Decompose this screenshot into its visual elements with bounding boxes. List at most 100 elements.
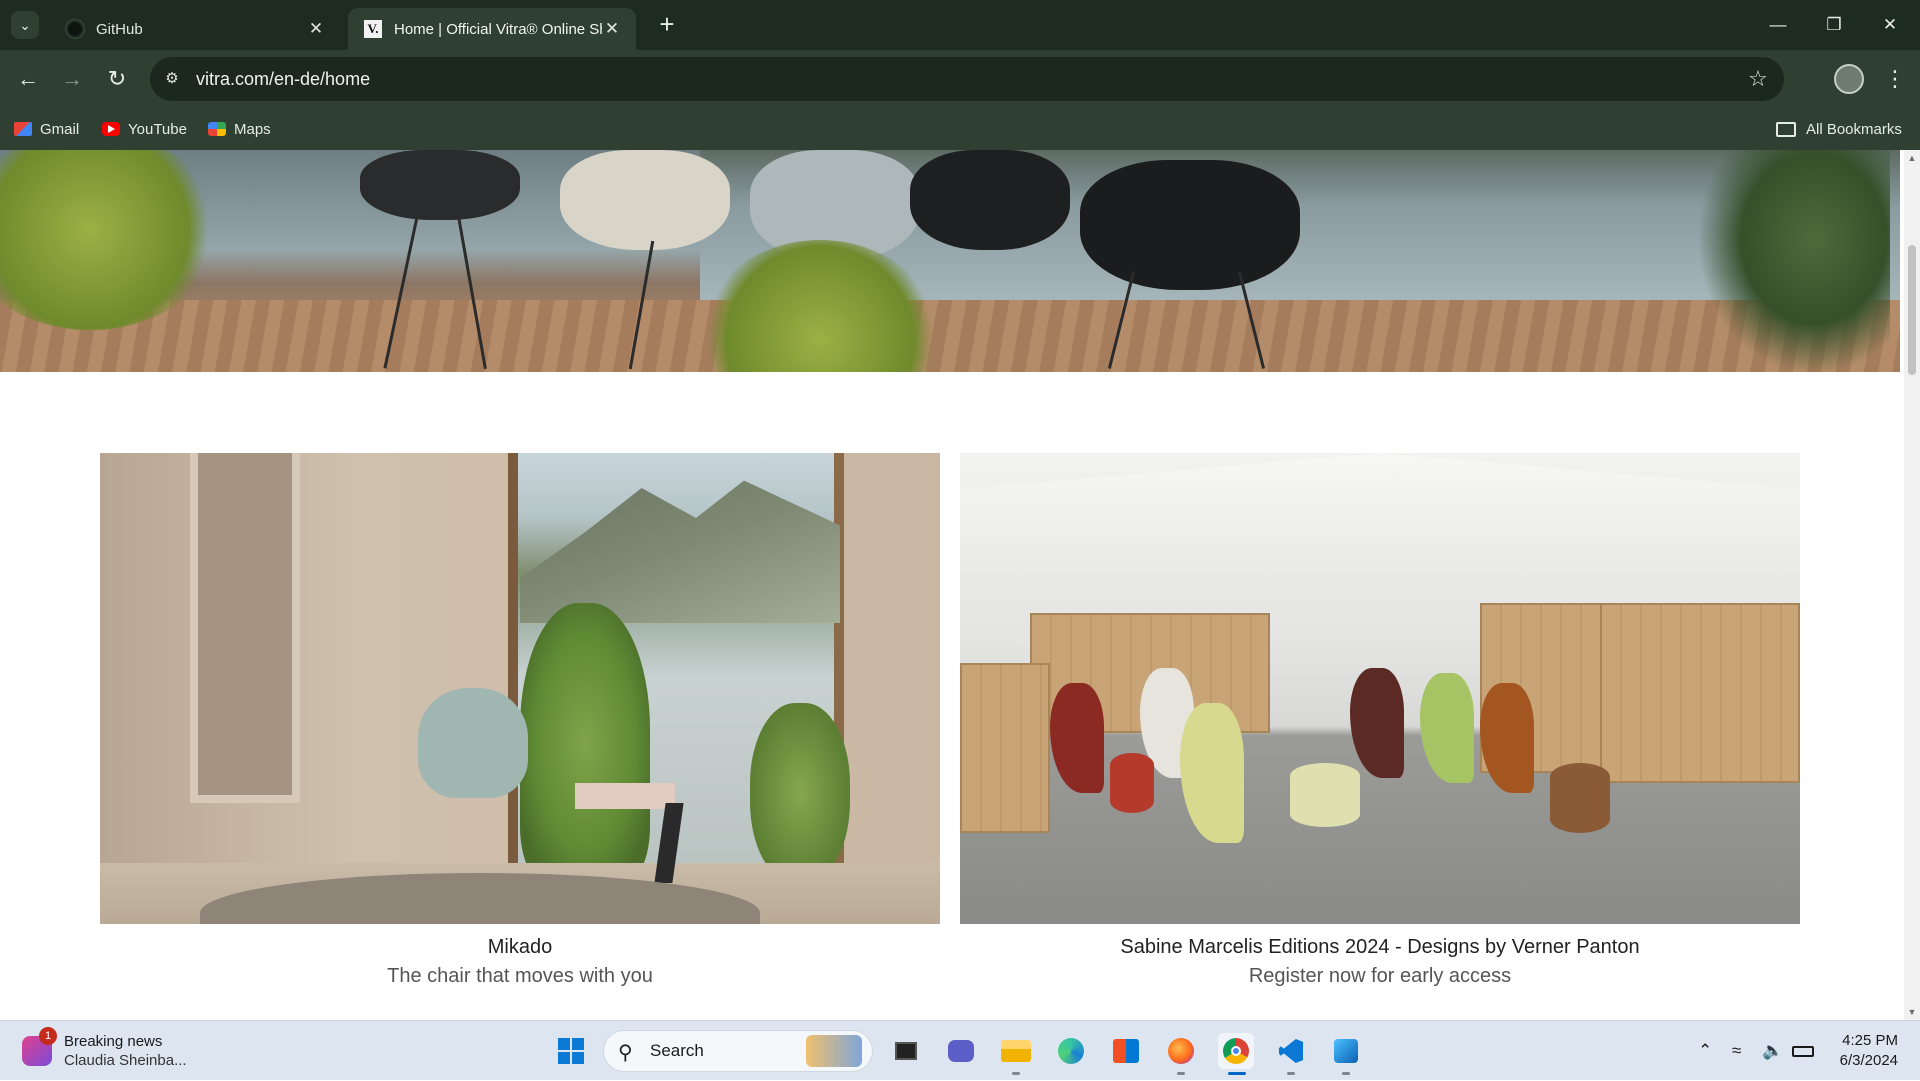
image-stool <box>1110 753 1154 813</box>
chevron-down-icon: ⌄ <box>19 16 31 33</box>
github-icon <box>66 20 84 38</box>
page-viewport: Mikado The chair that moves with you Sab… <box>0 150 1904 1020</box>
back-icon[interactable]: ← <box>12 63 44 95</box>
photos-icon[interactable] <box>1328 1033 1364 1069</box>
tab-vitra[interactable]: V. Home | Official Vitra® Online Shop ✕ <box>348 8 636 50</box>
mikado-image[interactable] <box>100 453 940 924</box>
tab-github[interactable]: GitHub ✕ <box>50 8 340 50</box>
maps-icon <box>208 122 226 136</box>
image-crate <box>960 663 1050 833</box>
running-indicator <box>1287 1072 1295 1075</box>
image-wall-niche <box>190 453 300 803</box>
running-indicator <box>1342 1072 1350 1075</box>
product-card-mikado[interactable]: Mikado The chair that moves with you <box>100 453 940 988</box>
teams-chat-icon[interactable] <box>943 1033 979 1069</box>
system-clock[interactable]: 4:25 PM 6/3/2024 <box>1820 1031 1898 1071</box>
battery-icon[interactable] <box>1792 1021 1814 1081</box>
all-bookmarks-button[interactable]: All Bookmarks <box>1776 108 1902 150</box>
chair-seat <box>560 150 730 250</box>
bookmark-gmail[interactable]: Gmail <box>14 108 79 150</box>
bookmark-label: YouTube <box>128 120 187 138</box>
show-hidden-icons[interactable]: ⌃ <box>1698 1021 1712 1081</box>
page-scrollbar[interactable]: ▲ ▼ <box>1904 150 1920 1020</box>
search-label: Search <box>650 1041 704 1060</box>
clock-time: 4:25 PM <box>1842 1032 1898 1049</box>
profile-avatar[interactable] <box>1834 64 1864 94</box>
palm-plant <box>1700 150 1890 372</box>
bookmark-youtube[interactable]: YouTube <box>102 108 187 150</box>
news-widget[interactable]: 1 Breaking news Claudia Sheinba... <box>22 1027 187 1073</box>
restore-icon[interactable]: ❐ <box>1806 0 1862 50</box>
card-title[interactable]: Sabine Marcelis Editions 2024 - Designs … <box>960 936 1800 959</box>
notification-badge: 1 <box>39 1027 57 1045</box>
tab-title: GitHub <box>96 20 143 38</box>
scrollbar-thumb[interactable] <box>1908 245 1916 375</box>
taskbar-search[interactable]: ⚲ Search <box>603 1030 873 1072</box>
sabine-marcelis-image[interactable] <box>960 453 1800 924</box>
search-icon: ⚲ <box>618 1042 633 1064</box>
bookmark-star-icon[interactable]: ☆ <box>1744 65 1772 93</box>
browser-toolbar: ← → ↻ ⚙ vitra.com/en-de/home ☆ ⋮ <box>0 50 1920 108</box>
chair-seat <box>1080 160 1300 290</box>
card-subtitle[interactable]: The chair that moves with you <box>100 965 940 988</box>
chair-seat <box>360 150 520 220</box>
folder-icon <box>1776 121 1796 137</box>
card-title[interactable]: Mikado <box>100 936 940 959</box>
close-tab-icon[interactable]: ✕ <box>602 19 622 39</box>
menu-kebab-icon[interactable]: ⋮ <box>1880 64 1910 94</box>
all-bookmarks-label: All Bookmarks <box>1806 120 1902 138</box>
news-title: Breaking news <box>64 1033 163 1050</box>
vscode-icon[interactable] <box>1273 1033 1309 1069</box>
bookmark-label: Gmail <box>40 120 80 138</box>
running-indicator-active <box>1228 1072 1246 1075</box>
image-stool <box>1290 763 1360 827</box>
image-mikado-chair <box>418 688 528 798</box>
news-subtitle: Claudia Sheinba... <box>64 1052 187 1069</box>
search-highlight-icon <box>806 1035 862 1067</box>
tab-title: Home | Official Vitra® Online Shop <box>394 20 602 38</box>
image-tree <box>520 603 650 883</box>
start-icon[interactable] <box>553 1033 589 1069</box>
image-side-table <box>575 783 675 809</box>
gmail-icon <box>14 122 32 136</box>
bookmark-maps[interactable]: Maps <box>208 108 271 150</box>
bookmark-label: Maps <box>234 120 271 138</box>
minimize-icon[interactable]: — <box>1750 0 1806 50</box>
task-view-icon[interactable] <box>888 1033 924 1069</box>
image-stool <box>1550 763 1610 833</box>
reload-icon[interactable]: ↻ <box>101 63 133 95</box>
windows-taskbar: 1 Breaking news Claudia Sheinba... ⚲ Sea… <box>0 1020 1920 1080</box>
running-indicator <box>1177 1072 1185 1075</box>
store-icon[interactable] <box>1108 1033 1144 1069</box>
card-subtitle[interactable]: Register now for early access <box>960 965 1800 988</box>
clock-date: 6/3/2024 <box>1839 1052 1898 1069</box>
bookmarks-bar: Gmail YouTube Maps All Bookmarks <box>0 108 1920 150</box>
news-icon: 1 <box>22 1027 57 1066</box>
forward-icon[interactable]: → <box>56 63 88 95</box>
volume-icon[interactable]: 🔈 <box>1762 1021 1783 1081</box>
image-crate <box>1600 603 1800 783</box>
chair-seat <box>910 150 1070 250</box>
scroll-up-icon[interactable]: ▲ <box>1904 150 1920 166</box>
edge-icon[interactable] <box>1053 1033 1089 1069</box>
firefox-icon[interactable] <box>1163 1033 1199 1069</box>
hero-image[interactable] <box>0 150 1900 372</box>
close-window-icon[interactable]: ✕ <box>1862 0 1918 50</box>
wifi-icon[interactable]: ≈ <box>1732 1021 1741 1081</box>
close-tab-icon[interactable]: ✕ <box>306 19 326 39</box>
vitra-icon: V. <box>364 20 382 38</box>
file-explorer-icon[interactable] <box>998 1033 1034 1069</box>
browser-titlebar: ⌄ GitHub ✕ V. Home | Official Vitra® Onl… <box>0 0 1920 50</box>
new-tab-button[interactable]: + <box>652 10 682 40</box>
product-card-sabine-marcelis[interactable]: Sabine Marcelis Editions 2024 - Designs … <box>960 453 1800 988</box>
hero-deck <box>0 300 1900 372</box>
url-text[interactable]: vitra.com/en-de/home <box>196 57 370 101</box>
address-bar[interactable]: ⚙ vitra.com/en-de/home ☆ <box>150 57 1784 101</box>
youtube-icon <box>102 122 120 136</box>
tab-search-button[interactable]: ⌄ <box>11 11 39 39</box>
image-tree <box>750 703 850 883</box>
chrome-icon[interactable] <box>1218 1033 1254 1069</box>
scroll-down-icon[interactable]: ▼ <box>1904 1004 1920 1020</box>
site-info-icon[interactable]: ⚙ <box>160 67 184 91</box>
running-indicator <box>1012 1072 1020 1075</box>
